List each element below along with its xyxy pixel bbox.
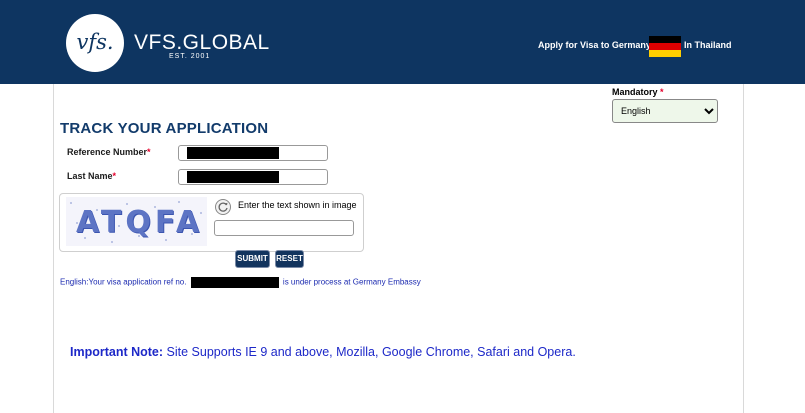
redacted-value	[187, 147, 279, 159]
last-name-input[interactable]	[178, 169, 328, 185]
captcha-text: ATQFA	[76, 205, 204, 240]
language-label: Mandatory *	[612, 87, 664, 97]
note-text: Site Supports IE 9 and above, Mozilla, G…	[166, 345, 576, 359]
note-label: Important Note:	[70, 345, 164, 359]
refresh-captcha-icon[interactable]	[215, 199, 231, 215]
submit-button[interactable]: SUBMIT	[235, 250, 270, 268]
required-mark: *	[112, 171, 117, 181]
apply-visa-text: Apply for Visa to Germany	[538, 40, 651, 50]
vfs-logo[interactable]: vfs.	[66, 14, 124, 72]
reset-button[interactable]: RESET	[275, 250, 304, 268]
logo-text: vfs.	[76, 30, 114, 54]
captcha-input[interactable]	[214, 220, 354, 236]
reference-number-label: Reference Number*	[67, 147, 151, 157]
required-mark: *	[660, 87, 664, 97]
brand-name: VFS.GLOBAL	[134, 31, 270, 54]
captcha-image: ATQFA	[66, 197, 207, 246]
important-note: Important Note: Site Supports IE 9 and a…	[70, 345, 576, 359]
redacted-value	[187, 171, 279, 183]
reference-number-input[interactable]	[178, 145, 328, 161]
required-mark: *	[147, 147, 151, 157]
captcha-hint: Enter the text shown in image	[238, 200, 357, 210]
language-select[interactable]: English	[612, 99, 718, 123]
status-suffix: is under process at Germany Embassy	[282, 277, 421, 287]
status-message: English:Your visa application ref no. is…	[60, 277, 421, 288]
redacted-ref-number	[190, 277, 279, 288]
last-name-label: Last Name*	[67, 171, 117, 181]
status-prefix: English:Your visa application ref no.	[60, 277, 187, 287]
site-header: vfs. VFS.GLOBAL EST. 2001 Apply for Visa…	[0, 0, 805, 84]
country-text: In Thailand	[684, 40, 732, 50]
germany-flag-icon	[649, 36, 681, 57]
page-title: TRACK YOUR APPLICATION	[60, 120, 269, 137]
brand-established: EST. 2001	[169, 53, 211, 60]
